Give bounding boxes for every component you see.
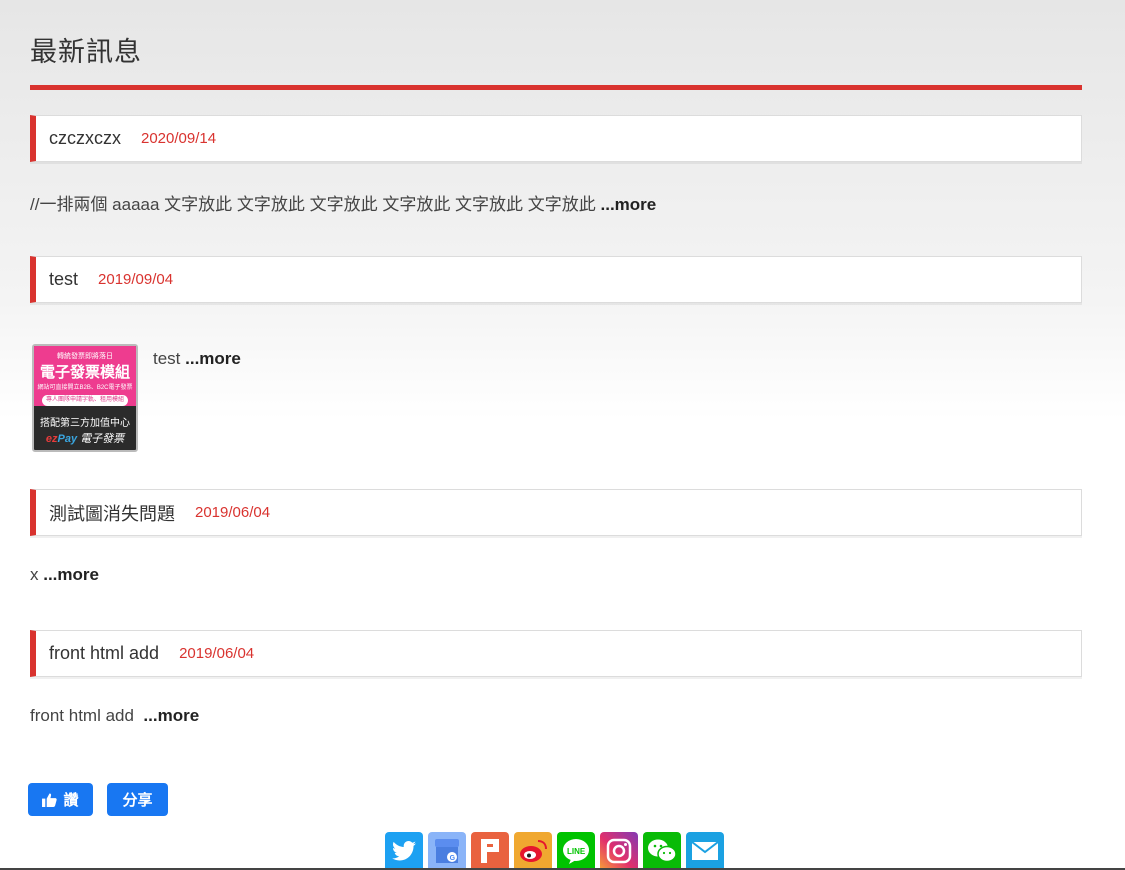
news-header: 測試圖消失問題 2019/06/04 [30,489,1082,536]
brand-pay: Pay [57,433,78,445]
news-date: 2020/09/14 [141,130,217,147]
excerpt-text: x [30,565,39,584]
share-icon-bar: G LINE [385,832,724,870]
share-label: 分享 [122,792,153,809]
thumbnail-text: 網站可直接開立B2B、B2C電子發票 [37,385,133,391]
more-link[interactable]: ...more [43,565,99,584]
wechat-icon[interactable] [643,832,681,870]
more-link[interactable]: ...more [143,706,199,725]
google-my-business-icon[interactable]: G [428,832,466,870]
line-icon[interactable]: LINE [557,832,595,870]
news-date: 2019/06/04 [195,504,271,521]
instagram-icon[interactable] [600,832,638,870]
excerpt-text: test [153,349,181,368]
page-title: 最新訊息 [30,37,142,67]
email-icon[interactable] [686,832,724,870]
share-button[interactable]: 分享 [107,783,168,816]
news-thumbnail[interactable]: 轉統發票即將落日 電子發票模組 網站可直接開立B2B、B2C電子發票 專人團隊申… [32,344,138,452]
more-link[interactable]: ...more [185,349,241,368]
news-title-link[interactable]: czczxczx [49,128,121,149]
news-title-link[interactable]: 測試圖消失問題 [49,500,175,526]
news-header: test 2019/09/04 [30,256,1082,303]
thumbnail-headline: 電子發票模組 [39,364,130,381]
svg-text:G: G [450,855,456,862]
brand-ez: ez [45,433,58,445]
news-excerpt: //一排兩個 aaaaa 文字放此 文字放此 文字放此 文字放此 文字放此 文字… [30,190,656,215]
plurk-icon[interactable] [471,832,509,870]
news-excerpt: x ...more [30,565,99,585]
news-title-link[interactable]: test [49,269,78,290]
thumbnail-text: 轉統發票即將落日 [57,353,113,360]
like-label: 讚 [63,792,79,809]
news-header: front html add 2019/06/04 [30,630,1082,677]
thumbs-up-icon [42,792,58,807]
thumbnail-pill: 專人團隊申請字軌、租用模組 [42,395,128,406]
twitter-icon[interactable] [385,832,423,870]
thumbnail-brand: ezPay 電子發票 [34,430,136,446]
svg-text:LINE: LINE [567,847,586,856]
more-link[interactable]: ...more [601,195,657,214]
excerpt-text: front html add [30,706,134,725]
news-excerpt: front html add ...more [30,706,199,726]
weibo-icon[interactable] [514,832,552,870]
news-header: czczxczx 2020/09/14 [30,115,1082,162]
news-date: 2019/09/04 [98,271,174,288]
news-excerpt: test ...more [153,349,241,369]
brand-rest: 電子發票 [77,433,125,445]
like-button[interactable]: 讚 [28,783,93,816]
excerpt-text: //一排兩個 aaaaa 文字放此 文字放此 文字放此 文字放此 文字放此 文字… [30,195,596,214]
thumbnail-text: 搭配第三方加值中心 [40,418,130,429]
news-title-link[interactable]: front html add [49,643,159,664]
title-divider [30,85,1082,90]
news-date: 2019/06/04 [179,645,255,662]
